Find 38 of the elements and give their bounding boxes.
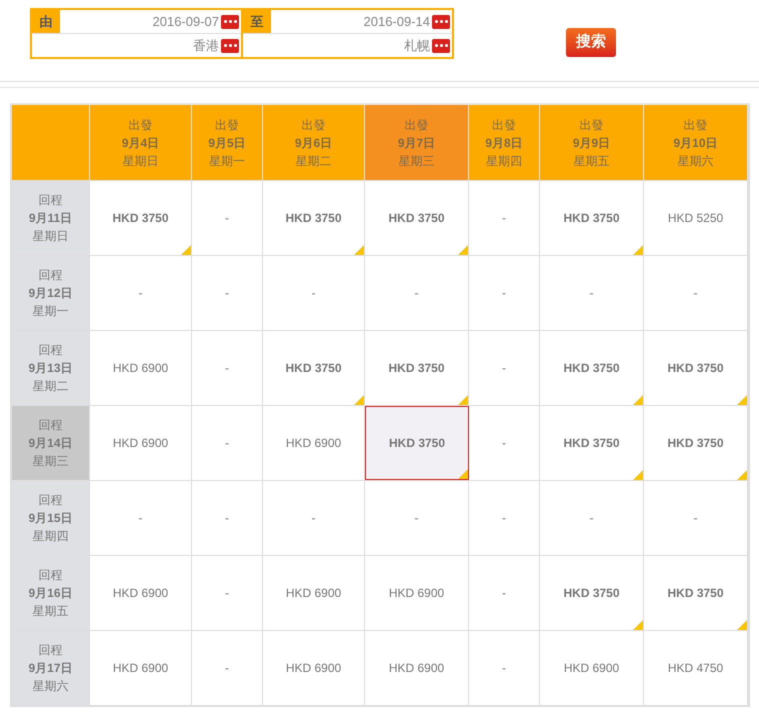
corner-triangle-icon bbox=[633, 395, 643, 405]
field-label: 至 bbox=[243, 10, 271, 33]
return-date-header[interactable]: 回程 9月17日 星期六 bbox=[12, 631, 90, 705]
corner-triangle-icon bbox=[181, 245, 191, 255]
corner-triangle-icon bbox=[737, 395, 747, 405]
departure-date-header[interactable]: 出發 9月4日 星期日 bbox=[90, 105, 192, 180]
corner-triangle-icon bbox=[458, 395, 468, 405]
return-date-header[interactable]: 回程 9月15日 星期四 bbox=[12, 481, 90, 555]
search-button[interactable]: 搜索 bbox=[566, 28, 616, 57]
corner-triangle-icon bbox=[633, 245, 643, 255]
more-options-icon[interactable] bbox=[432, 14, 450, 28]
date-value: 2016-09-07 bbox=[152, 12, 219, 31]
corner-triangle-icon bbox=[737, 620, 747, 630]
more-options-icon[interactable] bbox=[432, 38, 450, 52]
city-value: 札幌 bbox=[404, 36, 430, 55]
corner-triangle-icon bbox=[354, 395, 364, 405]
departure-date-header[interactable]: 出發 9月10日 星期六 bbox=[644, 105, 748, 180]
date-value: 2016-09-14 bbox=[364, 12, 430, 31]
more-options-icon[interactable] bbox=[221, 38, 239, 52]
return-date-header[interactable]: 回程 9月11日 星期日 bbox=[12, 181, 90, 255]
fare-cell[interactable]: HKD 3750 bbox=[365, 406, 469, 480]
corner-triangle-icon bbox=[633, 620, 643, 630]
departure-date-header[interactable]: 出發 9月6日 星期二 bbox=[263, 105, 365, 180]
more-options-icon[interactable] bbox=[221, 14, 239, 28]
return-date-header[interactable]: 回程 9月13日 星期二 bbox=[12, 331, 90, 405]
return-date-header[interactable]: 回程 9月14日 星期三 bbox=[12, 406, 90, 480]
corner-triangle-icon bbox=[458, 469, 468, 479]
departure-date-header[interactable]: 出發 9月5日 星期一 bbox=[192, 105, 263, 180]
field-label: 由 bbox=[32, 10, 60, 33]
corner-triangle-icon bbox=[737, 470, 747, 480]
departure-date-header[interactable]: 出發 9月9日 星期五 bbox=[540, 105, 644, 180]
city-value: 香港 bbox=[193, 36, 219, 55]
corner-triangle-icon bbox=[633, 470, 643, 480]
return-date-header[interactable]: 回程 9月12日 星期一 bbox=[12, 256, 90, 330]
return-date-header[interactable]: 回程 9月16日 星期五 bbox=[12, 556, 90, 630]
corner-triangle-icon bbox=[354, 245, 364, 255]
corner-triangle-icon bbox=[458, 245, 468, 255]
departure-date-header[interactable]: 出發 9月8日 星期四 bbox=[469, 105, 540, 180]
